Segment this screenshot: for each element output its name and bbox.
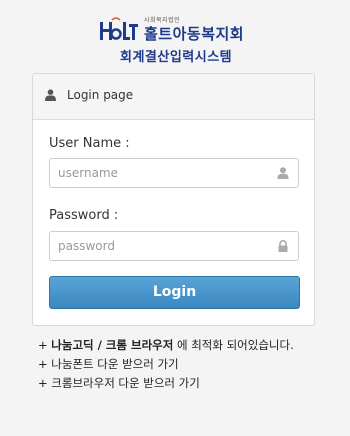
username-label: User Name :: [49, 136, 130, 151]
password-label: Password :: [49, 208, 119, 223]
lock-icon: [278, 240, 288, 252]
password-input[interactable]: password: [49, 231, 299, 261]
holt-logo-mark: [100, 17, 138, 40]
logo-name: 홀트아동복지회: [144, 25, 245, 43]
user-icon: [45, 89, 56, 101]
chrome-download-link[interactable]: + 크롬브라우저 다운 받으러 가기: [38, 374, 323, 393]
login-panel: Login page User Name : username Password…: [32, 73, 315, 326]
login-button[interactable]: Login: [49, 276, 300, 309]
panel-title: Login page: [67, 88, 134, 102]
optimization-note-bold: 나눔고딕 / 크롬 브라우저: [51, 338, 174, 352]
logo: 사회복지법인 홀트아동복지회 회계결산입력시스템: [98, 14, 258, 65]
panel-header: Login page: [33, 74, 314, 120]
optimization-note: + 나눔고딕 / 크롬 브라우저 에 최적화 되어있습니다.: [38, 338, 294, 352]
logo-subtitle: 회계결산입력시스템: [120, 50, 233, 65]
nanum-font-download-link[interactable]: + 나눔폰트 다운 받으러 가기: [38, 355, 323, 374]
notes: + 나눔고딕 / 크롬 브라우저 에 최적화 되어있습니다. + 나눔폰트 다운…: [38, 336, 323, 393]
user-icon: [277, 167, 289, 179]
password-placeholder: password: [58, 239, 115, 253]
username-input[interactable]: username: [49, 158, 299, 188]
username-placeholder: username: [58, 166, 118, 180]
